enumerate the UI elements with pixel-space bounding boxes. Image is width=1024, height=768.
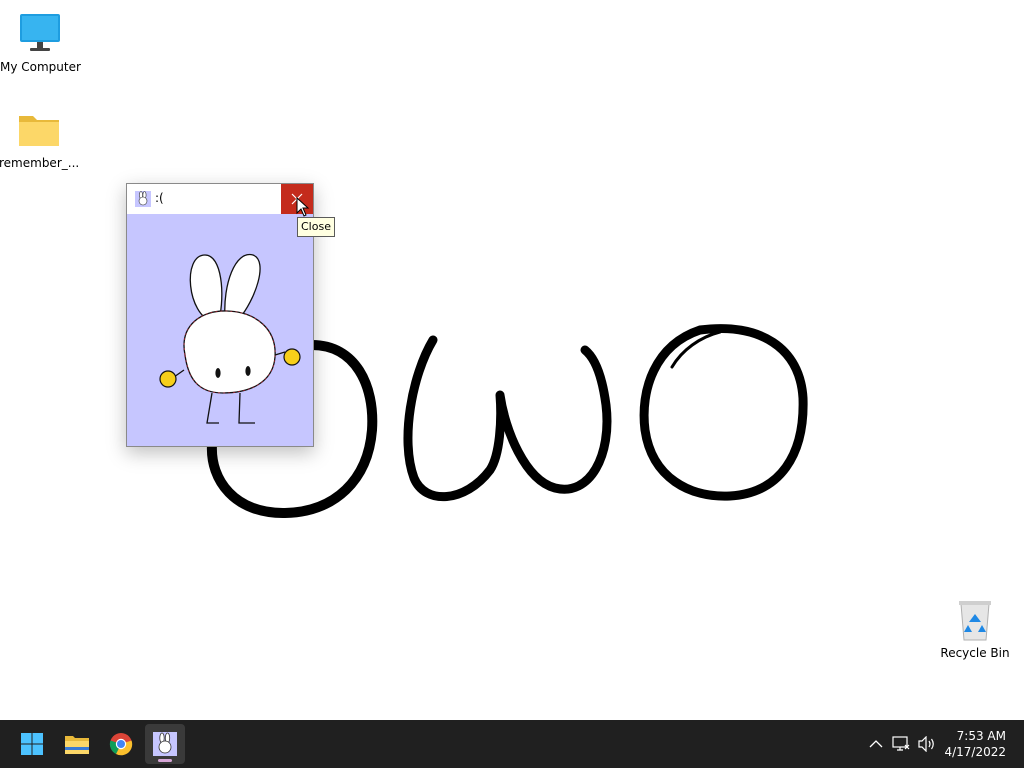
popup-titlebar[interactable]: :( — [127, 184, 313, 214]
folder-icon — [19, 116, 59, 146]
desktop-icon-recycle-bin[interactable]: Recycle Bin — [935, 596, 1015, 660]
taskbar-bunny-app[interactable] — [145, 724, 185, 764]
desktop-icon-label: My Computer — [0, 60, 81, 74]
drawn-letter-o-right — [639, 324, 808, 501]
taskbar: 7:53 AM 4/17/2022 — [0, 720, 1024, 768]
folder-icon — [65, 736, 89, 754]
start-button[interactable] — [12, 724, 52, 764]
desktop-icon-label: remember_... — [0, 156, 80, 170]
popup-window[interactable]: :( — [126, 183, 314, 447]
show-hidden-icons-button[interactable] — [864, 728, 888, 760]
drawn-letter-w — [403, 335, 612, 502]
chevron-up-icon — [869, 740, 883, 748]
bunny-icon — [153, 732, 177, 756]
bunny-icon — [135, 191, 151, 207]
desktop-icon-my-computer[interactable]: My Computer — [0, 10, 81, 74]
network-icon — [892, 736, 910, 751]
clock-time: 7:53 AM — [956, 729, 1006, 743]
active-app-indicator — [158, 759, 172, 762]
popup-title: :( — [155, 191, 164, 205]
volume-button[interactable] — [914, 728, 940, 760]
volume-icon — [918, 736, 934, 752]
recycle-bin-icon — [959, 601, 991, 641]
taskbar-chrome[interactable] — [101, 724, 141, 764]
windows-start-icon — [21, 733, 43, 755]
close-tooltip: Close — [297, 217, 335, 237]
desktop-icon-label: Recycle Bin — [940, 646, 1010, 660]
system-tray — [864, 720, 940, 768]
clock[interactable]: 7:53 AM 4/17/2022 — [944, 728, 1006, 760]
taskbar-file-explorer[interactable] — [57, 724, 97, 764]
monitor-icon — [20, 14, 60, 51]
chrome-icon — [109, 733, 133, 756]
bunny-illustration — [127, 215, 313, 446]
desktop-icon-remember-folder[interactable]: remember_... — [0, 106, 79, 170]
mouse-cursor-icon — [296, 197, 310, 217]
network-button[interactable] — [888, 728, 914, 760]
clock-date: 4/17/2022 — [944, 745, 1006, 759]
